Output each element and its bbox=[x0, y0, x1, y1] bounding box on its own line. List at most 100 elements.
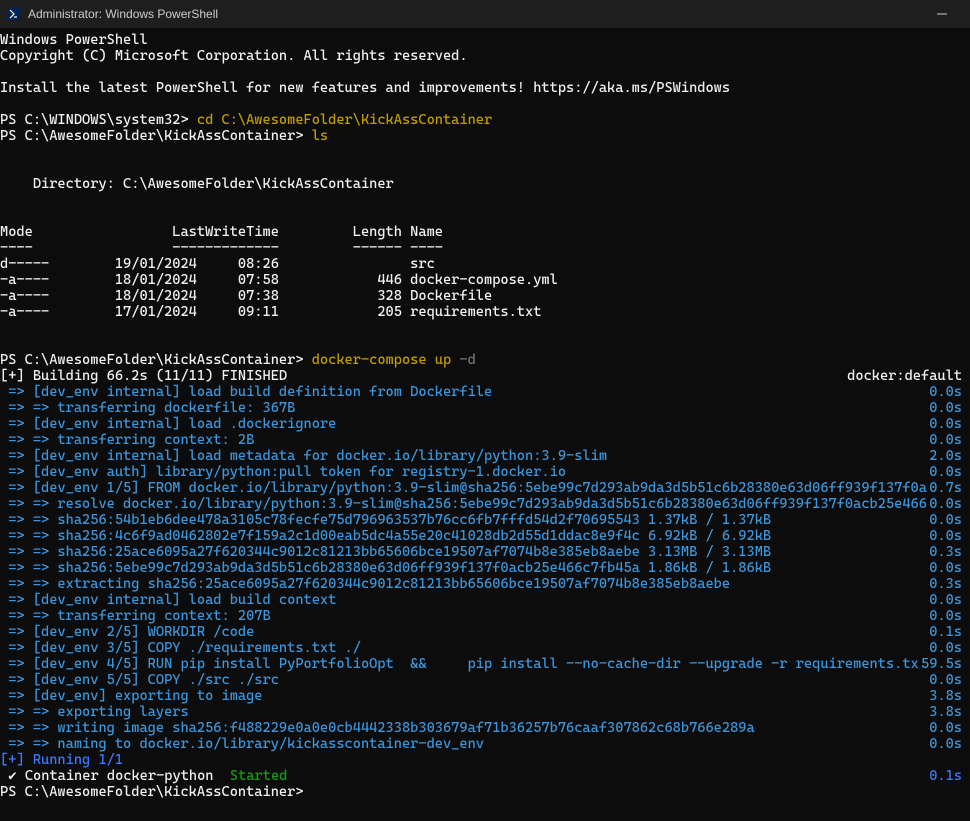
build-step-text: => [dev_env 3/5] COPY ./requirements.txt… bbox=[0, 640, 929, 656]
build-step-time: 0.0s bbox=[929, 432, 970, 448]
build-step-text: => [dev_env 5/5] COPY ./src ./src bbox=[0, 672, 929, 688]
build-step: => [dev_env 2/5] WORKDIR /code0.1s bbox=[0, 624, 970, 640]
build-step-time: 0.0s bbox=[929, 736, 970, 752]
window-titlebar: Administrator: Windows PowerShell bbox=[0, 0, 970, 28]
build-step-time: 59.5s bbox=[921, 656, 970, 672]
command-flag: -d bbox=[459, 352, 475, 368]
build-step: => [dev_env] exporting to image3.8s bbox=[0, 688, 970, 704]
build-step-time: 0.0s bbox=[929, 528, 970, 544]
prompt: PS C:\AwesomeFolder\KickAssContainer> bbox=[0, 128, 312, 144]
build-step-text: => [dev_env auth] library/python:pull to… bbox=[0, 464, 929, 480]
banner-line: Install the latest PowerShell for new fe… bbox=[0, 80, 970, 96]
build-step: => [dev_env internal] load .dockerignore… bbox=[0, 416, 970, 432]
build-step-time: 0.3s bbox=[929, 576, 970, 592]
prompt-line: PS C:\AwesomeFolder\KickAssContainer> ls bbox=[0, 128, 970, 144]
build-step-text: => => sha256:5ebe99c7d293ab9da3d5b51c6b2… bbox=[0, 560, 929, 576]
build-step: => => transferring context: 207B0.0s bbox=[0, 608, 970, 624]
build-step-text: => [dev_env internal] load .dockerignore bbox=[0, 416, 929, 432]
build-step-text: => => writing image sha256:f488229e0a0e0… bbox=[0, 720, 929, 736]
build-step-text: => [dev_env internal] load build context bbox=[0, 592, 929, 608]
build-step: => [dev_env internal] load build context… bbox=[0, 592, 970, 608]
container-name: ✔ Container docker-python bbox=[0, 768, 230, 784]
build-step: => [dev_env 1/5] FROM docker.io/library/… bbox=[0, 480, 970, 496]
build-step-time: 3.8s bbox=[929, 688, 970, 704]
ls-row: -a---- 18/01/2024 07:58 446 docker-compo… bbox=[0, 272, 970, 288]
ls-row: -a---- 18/01/2024 07:38 328 Dockerfile bbox=[0, 288, 970, 304]
build-step: => => sha256:25ace6095a27f620344c9012c81… bbox=[0, 544, 970, 560]
build-step-text: => => transferring context: 2B bbox=[0, 432, 929, 448]
ls-header: Mode LastWriteTime Length Name bbox=[0, 224, 970, 240]
build-step-time: 0.0s bbox=[929, 560, 970, 576]
build-step-time: 0.0s bbox=[929, 496, 970, 512]
build-step-time: 0.0s bbox=[929, 464, 970, 480]
build-driver: docker:default bbox=[847, 368, 970, 384]
build-step: => => transferring dockerfile: 367B0.0s bbox=[0, 400, 970, 416]
build-step-text: => => extracting sha256:25ace6095a27f620… bbox=[0, 576, 929, 592]
ls-directory: Directory: C:\AwesomeFolder\KickAssConta… bbox=[0, 176, 970, 192]
minimize-button[interactable] bbox=[919, 0, 964, 28]
build-step: => => writing image sha256:f488229e0a0e0… bbox=[0, 720, 970, 736]
running-status: [+] Running 1/1 bbox=[0, 752, 970, 768]
build-step: => [dev_env 3/5] COPY ./requirements.txt… bbox=[0, 640, 970, 656]
prompt: PS C:\WINDOWS\system32> bbox=[0, 112, 197, 128]
build-status: [+] Building 66.2s (11/11) FINISHED bbox=[0, 368, 847, 384]
build-step-time: 0.0s bbox=[929, 400, 970, 416]
powershell-icon bbox=[6, 6, 22, 22]
build-step: => [dev_env 4/5] RUN pip install PyPortf… bbox=[0, 656, 970, 672]
build-summary: [+] Building 66.2s (11/11) FINISHED dock… bbox=[0, 368, 970, 384]
build-step-time: 0.0s bbox=[929, 384, 970, 400]
build-step: => [dev_env auth] library/python:pull to… bbox=[0, 464, 970, 480]
build-step-time: 2.0s bbox=[929, 448, 970, 464]
container-state: Started bbox=[230, 768, 287, 784]
prompt-line: PS C:\AwesomeFolder\KickAssContainer> do… bbox=[0, 352, 970, 368]
prompt-line: PS C:\WINDOWS\system32> cd C:\AwesomeFol… bbox=[0, 112, 970, 128]
command: docker-compose bbox=[312, 352, 435, 368]
build-step: => => exporting layers3.8s bbox=[0, 704, 970, 720]
build-step: => => sha256:5ebe99c7d293ab9da3d5b51c6b2… bbox=[0, 560, 970, 576]
build-step-text: => [dev_env internal] load build definit… bbox=[0, 384, 929, 400]
build-step-time: 0.0s bbox=[929, 608, 970, 624]
ls-sep: ---- ------------- ------ ---- bbox=[0, 240, 970, 256]
build-step-text: => [dev_env 4/5] RUN pip install PyPortf… bbox=[0, 656, 921, 672]
build-step: => => naming to docker.io/library/kickas… bbox=[0, 736, 970, 752]
build-step-time: 0.3s bbox=[929, 544, 970, 560]
build-step-time: 0.7s bbox=[929, 480, 970, 496]
build-step-text: => => transferring dockerfile: 367B bbox=[0, 400, 929, 416]
prompt: PS C:\AwesomeFolder\KickAssContainer> bbox=[0, 784, 312, 800]
build-step-time: 3.8s bbox=[929, 704, 970, 720]
ls-row: -a---- 17/01/2024 09:11 205 requirements… bbox=[0, 304, 970, 320]
prompt-line[interactable]: PS C:\AwesomeFolder\KickAssContainer> bbox=[0, 784, 970, 800]
build-step: => [dev_env internal] load build definit… bbox=[0, 384, 970, 400]
banner-line: Windows PowerShell bbox=[0, 32, 970, 48]
container-status-line: ✔ Container docker-python Started 0.1s bbox=[0, 768, 970, 784]
build-step: => => sha256:4c6f9ad0462802e7f159a2c1d00… bbox=[0, 528, 970, 544]
build-step-text: => [dev_env internal] load metadata for … bbox=[0, 448, 929, 464]
build-step: => [dev_env internal] load metadata for … bbox=[0, 448, 970, 464]
build-step-time: 0.0s bbox=[929, 592, 970, 608]
build-step: => [dev_env 5/5] COPY ./src ./src0.0s bbox=[0, 672, 970, 688]
build-step-text: => => sha256:25ace6095a27f620344c9012c81… bbox=[0, 544, 929, 560]
build-step: => => transferring context: 2B0.0s bbox=[0, 432, 970, 448]
terminal-output[interactable]: Windows PowerShell Copyright (C) Microso… bbox=[0, 28, 970, 800]
container-time: 0.1s bbox=[929, 768, 970, 784]
build-step-text: => [dev_env] exporting to image bbox=[0, 688, 929, 704]
command: cd C:\AwesomeFolder\KickAssContainer bbox=[197, 112, 492, 128]
build-step-text: => => transferring context: 207B bbox=[0, 608, 929, 624]
build-step-time: 0.0s bbox=[929, 720, 970, 736]
build-step-text: => => sha256:54b1eb6dee478a3105c78fecfe7… bbox=[0, 512, 929, 528]
build-step-text: => => resolve docker.io/library/python:3… bbox=[0, 496, 929, 512]
build-step-text: => [dev_env 1/5] FROM docker.io/library/… bbox=[0, 480, 929, 496]
build-step-time: 0.0s bbox=[929, 640, 970, 656]
build-step-text: => => naming to docker.io/library/kickas… bbox=[0, 736, 929, 752]
build-step-text: => [dev_env 2/5] WORKDIR /code bbox=[0, 624, 929, 640]
window-title: Administrator: Windows PowerShell bbox=[28, 6, 218, 22]
build-step-time: 0.0s bbox=[929, 672, 970, 688]
prompt: PS C:\AwesomeFolder\KickAssContainer> bbox=[0, 352, 312, 368]
build-step: => => sha256:54b1eb6dee478a3105c78fecfe7… bbox=[0, 512, 970, 528]
ls-row: d----- 19/01/2024 08:26 src bbox=[0, 256, 970, 272]
command-arg: up bbox=[435, 352, 460, 368]
build-step: => => resolve docker.io/library/python:3… bbox=[0, 496, 970, 512]
command: ls bbox=[312, 128, 328, 144]
build-step-text: => => sha256:4c6f9ad0462802e7f159a2c1d00… bbox=[0, 528, 929, 544]
build-step-time: 0.0s bbox=[929, 416, 970, 432]
